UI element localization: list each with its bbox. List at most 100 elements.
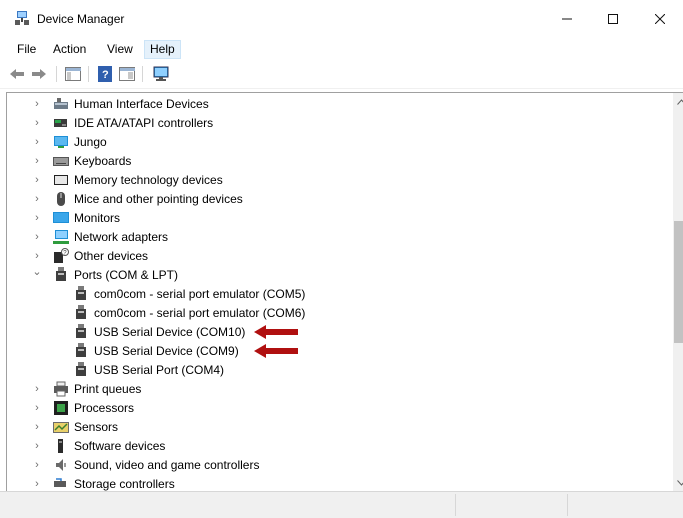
expand-chevron-icon[interactable]: › bbox=[32, 228, 42, 247]
scrollbar-thumb[interactable] bbox=[674, 221, 683, 343]
red-annotation-arrow bbox=[254, 325, 298, 339]
port-icon bbox=[76, 324, 86, 338]
expand-chevron-icon[interactable]: › bbox=[32, 418, 42, 437]
window-title: Device Manager bbox=[37, 12, 125, 26]
expand-chevron-icon[interactable]: › bbox=[32, 399, 42, 418]
expand-chevron-icon[interactable]: › bbox=[32, 171, 42, 190]
menu-bar: File Action View Help bbox=[0, 38, 683, 60]
speaker-icon bbox=[56, 459, 66, 471]
tree-item-memory-technology-devices[interactable]: › Memory technology devices bbox=[7, 171, 667, 190]
back-arrow-icon bbox=[10, 69, 24, 79]
tree-item-usb-serial-device-com10[interactable]: USB Serial Device (COM10) bbox=[7, 323, 667, 342]
tree-item-com0com-com5[interactable]: com0com - serial port emulator (COM5) bbox=[7, 285, 667, 304]
tree-item-other-devices[interactable]: › ? Other devices bbox=[7, 247, 667, 266]
collapse-chevron-icon[interactable]: ⌄ bbox=[32, 263, 42, 282]
tree-item-monitors[interactable]: › Monitors bbox=[7, 209, 667, 228]
properties-pane-icon bbox=[119, 67, 135, 81]
back-button[interactable] bbox=[8, 65, 26, 83]
scroll-down-button[interactable] bbox=[673, 474, 683, 491]
toolbar-separator bbox=[56, 66, 57, 82]
expand-chevron-icon[interactable]: › bbox=[32, 380, 42, 399]
tree-item-jungo[interactable]: › Jungo bbox=[7, 133, 667, 152]
expand-chevron-icon[interactable]: › bbox=[32, 95, 42, 114]
port-icon bbox=[76, 286, 86, 300]
tree-item-label: USB Serial Device (COM9) bbox=[94, 344, 239, 358]
tree-item-software-devices[interactable]: › Software devices bbox=[7, 437, 667, 456]
maximize-icon bbox=[608, 14, 618, 24]
tree-item-sound-video-game-controllers[interactable]: › Sound, video and game controllers bbox=[7, 456, 667, 475]
expand-chevron-icon[interactable]: › bbox=[32, 475, 42, 491]
properties-button[interactable] bbox=[118, 65, 136, 83]
monitor-icon bbox=[53, 212, 69, 223]
tree-item-processors[interactable]: › Processors bbox=[7, 399, 667, 418]
tree-item-label: Monitors bbox=[74, 211, 121, 225]
menu-action[interactable]: Action bbox=[48, 41, 91, 58]
expand-chevron-icon[interactable]: › bbox=[32, 437, 42, 456]
tree-item-label: Processors bbox=[74, 401, 135, 415]
port-icon bbox=[56, 267, 66, 281]
unknown-device-icon: ? bbox=[54, 248, 69, 263]
tree-item-human-interface-devices[interactable]: › Human Interface Devices bbox=[7, 95, 667, 114]
status-pane bbox=[455, 494, 568, 516]
tree-item-label: Mice and other pointing devices bbox=[74, 192, 243, 206]
title-bar: Device Manager bbox=[0, 0, 683, 38]
help-book-icon: ? bbox=[98, 66, 112, 82]
ide-controller-icon bbox=[54, 119, 67, 127]
memory-device-icon bbox=[54, 175, 68, 185]
vertical-scrollbar[interactable] bbox=[673, 93, 683, 491]
expand-chevron-icon[interactable]: › bbox=[32, 209, 42, 228]
tree-item-ports-com-lpt[interactable]: ⌄ Ports (COM & LPT) bbox=[7, 266, 667, 285]
expand-chevron-icon[interactable]: › bbox=[32, 133, 42, 152]
tree-item-label: Other devices bbox=[74, 249, 149, 263]
red-annotation-arrow bbox=[254, 344, 298, 358]
tree-item-mice-and-other-pointing-devices[interactable]: › Mice and other pointing devices bbox=[7, 190, 667, 209]
tree-item-label: Sound, video and game controllers bbox=[74, 458, 260, 472]
tree-item-label: Print queues bbox=[74, 382, 142, 396]
menu-help[interactable]: Help bbox=[144, 40, 181, 59]
expand-chevron-icon[interactable]: › bbox=[32, 152, 42, 171]
scroll-up-button[interactable] bbox=[673, 93, 683, 110]
maximize-button[interactable] bbox=[590, 0, 636, 38]
tree-item-keyboards[interactable]: › Keyboards bbox=[7, 152, 667, 171]
tree-item-label: Jungo bbox=[74, 135, 107, 149]
tree-item-label: Network adapters bbox=[74, 230, 169, 244]
toolbar: ? bbox=[0, 60, 683, 89]
tree-item-com0com-com6[interactable]: com0com - serial port emulator (COM6) bbox=[7, 304, 667, 323]
port-icon bbox=[76, 362, 86, 376]
hid-icon bbox=[54, 98, 68, 109]
tree-item-label: IDE ATA/ATAPI controllers bbox=[74, 116, 214, 130]
minimize-button[interactable] bbox=[544, 0, 590, 38]
forward-button[interactable] bbox=[30, 65, 48, 83]
device-manager-icon bbox=[15, 11, 29, 25]
tree-item-label: com0com - serial port emulator (COM6) bbox=[94, 306, 306, 320]
tree-item-storage-controllers[interactable]: › Storage controllers bbox=[7, 475, 667, 491]
help-button[interactable]: ? bbox=[96, 65, 114, 83]
minimize-icon bbox=[562, 18, 572, 20]
menu-view[interactable]: View bbox=[102, 41, 138, 58]
monitor-scan-icon bbox=[153, 66, 169, 81]
tree-item-ide-ata-atapi-controllers[interactable]: › IDE ATA/ATAPI controllers bbox=[7, 114, 667, 133]
close-button[interactable] bbox=[637, 0, 683, 38]
expand-chevron-icon[interactable]: › bbox=[32, 114, 42, 133]
tree-item-label: Sensors bbox=[74, 420, 119, 434]
menu-file[interactable]: File bbox=[12, 41, 41, 58]
tree-item-label: Memory technology devices bbox=[74, 173, 223, 187]
tree-item-label: Keyboards bbox=[74, 154, 132, 168]
processor-icon bbox=[54, 401, 68, 415]
tree-item-network-adapters[interactable]: › Network adapters bbox=[7, 228, 667, 247]
forward-arrow-icon bbox=[32, 69, 46, 79]
jungo-monitor-icon bbox=[54, 136, 68, 148]
printer-icon bbox=[54, 381, 68, 397]
expand-chevron-icon[interactable]: › bbox=[32, 456, 42, 475]
tree-item-usb-serial-port-com4[interactable]: USB Serial Port (COM4) bbox=[7, 361, 667, 380]
expand-chevron-icon[interactable]: › bbox=[32, 190, 42, 209]
tree-item-label: USB Serial Port (COM4) bbox=[94, 363, 225, 377]
toolbar-separator bbox=[88, 66, 89, 82]
tree-item-usb-serial-device-com9[interactable]: USB Serial Device (COM9) bbox=[7, 342, 667, 361]
scan-hardware-button[interactable] bbox=[152, 65, 170, 83]
tree-item-label: Software devices bbox=[74, 439, 166, 453]
tree-item-sensors[interactable]: › Sensors bbox=[7, 418, 667, 437]
tree-item-label: USB Serial Device (COM10) bbox=[94, 325, 246, 339]
tree-item-print-queues[interactable]: › Print queues bbox=[7, 380, 667, 399]
show-hide-console-tree-button[interactable] bbox=[64, 65, 82, 83]
